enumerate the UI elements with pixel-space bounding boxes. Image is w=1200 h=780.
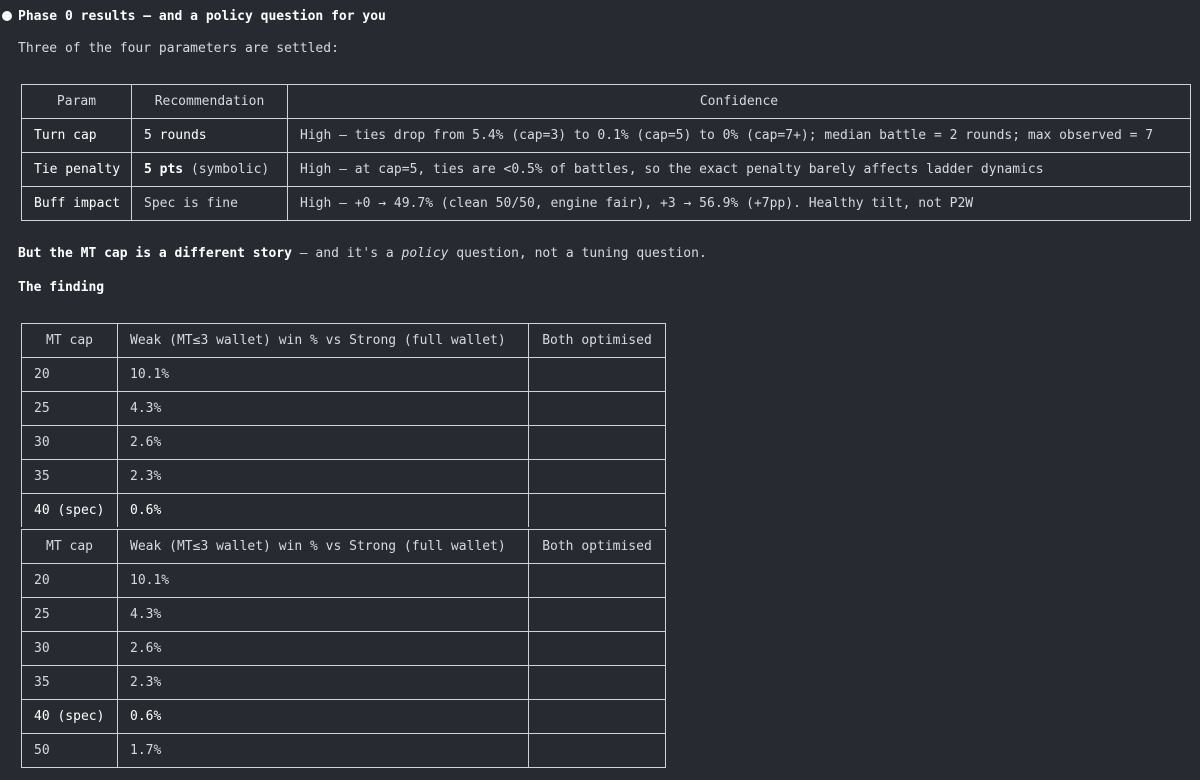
mt-cap-cell: 35	[21, 665, 118, 700]
mt-cap-table-second: MT cap Weak (MT≤3 wallet) win % vs Stron…	[21, 529, 666, 768]
header-confidence: Confidence	[287, 84, 1191, 119]
mt-sentence-pre: — and it's a	[291, 246, 402, 261]
params-header-row: Param Recommendation Confidence	[21, 84, 1191, 119]
both-optimised-cell	[528, 425, 666, 460]
header-param: Param	[21, 84, 132, 119]
both-optimised-cell	[528, 631, 666, 666]
both-optimised-cell	[528, 733, 666, 768]
table-row: 25 4.3%	[21, 597, 666, 632]
phase-heading: Phase 0 results — and a policy question …	[18, 8, 386, 24]
param-recommendation: Spec is fine	[131, 186, 288, 221]
rec-bold: 5 pts	[144, 162, 184, 177]
terminal-output: Phase 0 results — and a policy question …	[0, 0, 1200, 780]
header-both-optimised: Both optimised	[528, 323, 666, 358]
header-weak-win: Weak (MT≤3 wallet) win % vs Strong (full…	[117, 529, 529, 564]
weak-win-cell: 1.7%	[117, 733, 529, 768]
both-optimised-cell	[528, 493, 666, 527]
param-name: Buff impact	[21, 186, 132, 221]
weak-win-cell: 2.6%	[117, 631, 529, 666]
mt-sentence-post: question, not a tuning question.	[448, 246, 707, 261]
table-row: 25 4.3%	[21, 391, 666, 426]
weak-win-cell: 10.1%	[117, 563, 529, 598]
both-optimised-cell	[528, 563, 666, 598]
table-row: 50 1.7%	[21, 733, 666, 768]
weak-win-cell: 2.3%	[117, 459, 529, 494]
both-optimised-cell	[528, 597, 666, 632]
param-recommendation: 5 rounds	[131, 118, 288, 153]
table-row: Turn cap 5 rounds High — ties drop from …	[21, 118, 1191, 153]
heading-row: Phase 0 results — and a policy question …	[0, 6, 386, 26]
intro-text: Three of the four parameters are settled…	[18, 41, 339, 56]
finding-heading: The finding	[18, 280, 105, 295]
mt-cap-cell: 35	[21, 459, 118, 494]
mt-cap-cell: 20	[21, 563, 118, 598]
weak-win-cell: 4.3%	[117, 597, 529, 632]
weak-win-cell: 4.3%	[117, 391, 529, 426]
bullet-icon	[2, 11, 12, 21]
param-recommendation: 5 pts (symbolic)	[131, 152, 288, 187]
param-confidence: High — at cap=5, ties are <0.5% of battl…	[287, 152, 1191, 187]
mt-cap-cell: 30	[21, 631, 118, 666]
header-recommendation: Recommendation	[131, 84, 288, 119]
both-optimised-cell	[528, 391, 666, 426]
mt-sentence-bold: But the MT cap is a different story	[18, 246, 292, 261]
weak-win-cell: 0.6%	[117, 699, 529, 734]
table-row: 30 2.6%	[21, 425, 666, 460]
table-row: 35 2.3%	[21, 459, 666, 494]
table-row: 30 2.6%	[21, 631, 666, 666]
params-table: Param Recommendation Confidence Turn cap…	[21, 84, 1191, 221]
table-row: 20 10.1%	[21, 357, 666, 392]
table-row: Tie penalty 5 pts (symbolic) High — at c…	[21, 152, 1191, 187]
header-both-optimised: Both optimised	[528, 529, 666, 564]
header-mt-cap: MT cap	[21, 529, 118, 564]
mt-header-row: MT cap Weak (MT≤3 wallet) win % vs Stron…	[21, 323, 666, 358]
mt-cap-cell: 25	[21, 597, 118, 632]
param-name: Tie penalty	[21, 152, 132, 187]
param-confidence: High — +0 → 49.7% (clean 50/50, engine f…	[287, 186, 1191, 221]
header-weak-win: Weak (MT≤3 wallet) win % vs Strong (full…	[117, 323, 529, 358]
mt-cap-cell: 40 (spec)	[21, 493, 118, 527]
table-row: 20 10.1%	[21, 563, 666, 598]
mt-cap-cell: 50	[21, 733, 118, 768]
mt-header-row: MT cap Weak (MT≤3 wallet) win % vs Stron…	[21, 529, 666, 564]
mt-cap-cell: 20	[21, 357, 118, 392]
weak-win-cell: 10.1%	[117, 357, 529, 392]
header-mt-cap: MT cap	[21, 323, 118, 358]
weak-win-cell: 2.3%	[117, 665, 529, 700]
mt-cap-table-first: MT cap Weak (MT≤3 wallet) win % vs Stron…	[21, 323, 666, 527]
mt-cap-cell: 40 (spec)	[21, 699, 118, 734]
both-optimised-cell	[528, 459, 666, 494]
both-optimised-cell	[528, 699, 666, 734]
mt-cap-sentence: But the MT cap is a different story — an…	[18, 246, 707, 261]
mt-cap-cell: 30	[21, 425, 118, 460]
param-name: Turn cap	[21, 118, 132, 153]
weak-win-cell: 0.6%	[117, 493, 529, 527]
mt-cap-cell: 25	[21, 391, 118, 426]
both-optimised-cell	[528, 357, 666, 392]
weak-win-cell: 2.6%	[117, 425, 529, 460]
mt-sentence-italic: policy	[401, 246, 449, 261]
table-row: 40 (spec) 0.6%	[21, 493, 666, 527]
table-row: Buff impact Spec is fine High — +0 → 49.…	[21, 186, 1191, 221]
table-row: 35 2.3%	[21, 665, 666, 700]
table-row: 40 (spec) 0.6%	[21, 699, 666, 734]
both-optimised-cell	[528, 665, 666, 700]
param-confidence: High — ties drop from 5.4% (cap=3) to 0.…	[287, 118, 1191, 153]
